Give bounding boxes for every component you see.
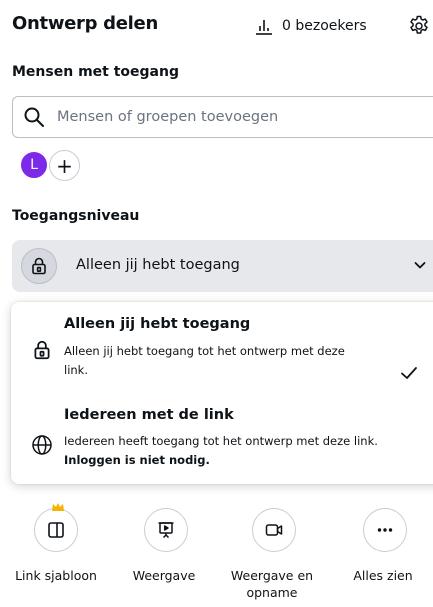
present-icon (158, 522, 174, 539)
see-all-circle (363, 508, 407, 552)
link-template-circle (34, 508, 78, 552)
template-icon (48, 522, 64, 538)
panel-title: Ontwerp delen (12, 13, 158, 34)
record-icon (265, 524, 283, 536)
people-section-label: Mensen met toegang (12, 64, 179, 80)
access-lock-badge (21, 248, 57, 284)
share-actions: Link sjabloon Weergave Weergave en opnam… (0, 503, 433, 607)
action-label: Alles zien (353, 568, 413, 583)
present-and-record-circle (252, 508, 296, 552)
visitors-button[interactable]: 0 bezoekers (254, 16, 367, 36)
bar-chart-icon (256, 20, 272, 35)
menu-option-only-you[interactable]: Alleen jij hebt toegang Alleen jij hebt … (11, 302, 433, 394)
search-icon (24, 107, 44, 127)
more-icon (377, 528, 393, 532)
people-search-field[interactable] (12, 96, 433, 138)
option-title: Alleen jij hebt toegang (64, 316, 251, 332)
present-button[interactable]: Weergave (114, 508, 214, 607)
option-description: Alleen jij hebt toegang tot het ontwerp … (64, 344, 345, 377)
action-label: Link sjabloon (15, 568, 97, 583)
access-selected-value: Alleen jij hebt toegang (76, 257, 240, 273)
option-description: Iedereen heeft toegang tot het ontwerp m… (64, 432, 424, 470)
access-section-label: Toegangsniveau (12, 208, 140, 224)
crown-icon (52, 503, 64, 511)
action-label: Weergave (132, 568, 196, 583)
plus-icon: + (56, 153, 73, 178)
people-search-input[interactable] (57, 109, 377, 125)
option-description-text: Iedereen heeft toegang tot het ontwerp m… (64, 434, 378, 448)
menu-option-anyone-with-link[interactable]: Iedereen met de link Iedereen heeft toeg… (11, 394, 433, 484)
option-description-bold: Inloggen is niet nodig. (64, 453, 210, 467)
present-circle (144, 508, 188, 552)
add-person-button[interactable]: + (49, 150, 80, 181)
globe-icon (32, 435, 52, 455)
checkmark-icon (401, 367, 417, 379)
visitors-label: 0 bezoekers (282, 18, 367, 34)
avatar[interactable]: L (20, 151, 48, 179)
gear-icon[interactable] (407, 14, 431, 38)
lock-icon (34, 340, 50, 360)
present-and-record-button[interactable]: Weergave en opname (222, 508, 322, 607)
access-level-menu: Alleen jij hebt toegang Alleen jij hebt … (11, 302, 433, 484)
link-template-button[interactable]: Link sjabloon (6, 503, 106, 607)
share-header: Ontwerp delen 0 bezoekers (12, 10, 433, 40)
option-title: Iedereen met de link (64, 407, 234, 423)
action-label: Weergave en opname (230, 568, 314, 600)
see-all-button[interactable]: Alles zien (333, 508, 433, 607)
lock-icon (32, 257, 46, 275)
chevron-down-icon (414, 262, 426, 269)
access-level-select[interactable]: Alleen jij hebt toegang (12, 240, 433, 292)
